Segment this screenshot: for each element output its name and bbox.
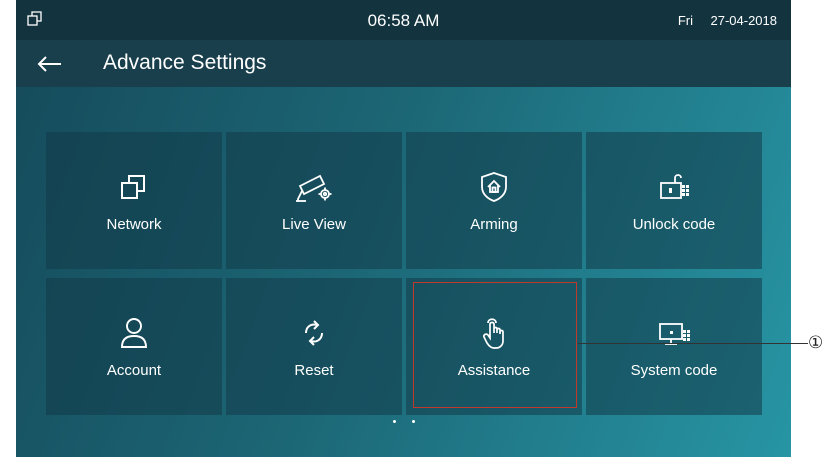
assistance-highlight-box: [413, 282, 577, 408]
tile-label: Unlock code: [632, 216, 716, 233]
page-indicator: [391, 420, 421, 426]
settings-grid: Network Live View Arming Unlock code Acc…: [46, 132, 762, 415]
title-bar: Advance Settings: [16, 40, 791, 87]
tile-system-code[interactable]: System code: [586, 278, 762, 415]
tile-label: Arming: [470, 216, 518, 233]
tile-unlock-code[interactable]: Unlock code: [586, 132, 762, 269]
tile-label: Account: [106, 362, 162, 379]
monitor-keypad-icon: [586, 316, 762, 350]
tile-network[interactable]: Network: [46, 132, 222, 269]
tile-account[interactable]: Account: [46, 278, 222, 415]
status-day: Fri: [677, 13, 693, 28]
shield-home-icon: [406, 170, 582, 204]
tile-reset[interactable]: Reset: [226, 278, 402, 415]
page-dot[interactable]: [393, 420, 396, 423]
tile-label: System code: [630, 362, 718, 379]
unlock-keypad-icon: [586, 170, 762, 204]
tile-label: Live View: [282, 216, 346, 233]
tile-label: Network: [106, 216, 162, 233]
status-time: 06:58 AM: [367, 11, 440, 30]
refresh-icon: [226, 316, 402, 350]
back-arrow-icon[interactable]: [34, 50, 64, 78]
camera-gear-icon: [226, 170, 402, 204]
device-screen: 06:58 AM Fri 27-04-2018 Advance Settings…: [16, 0, 791, 457]
callout-marker: ①: [808, 333, 824, 353]
page-title: Advance Settings: [103, 51, 267, 74]
tile-label: Reset: [294, 362, 334, 379]
status-date: 27-04-2018: [710, 13, 778, 28]
tile-live-view[interactable]: Live View: [226, 132, 402, 269]
tile-arming[interactable]: Arming: [406, 132, 582, 269]
user-icon: [46, 316, 222, 350]
status-bar: 06:58 AM Fri 27-04-2018: [16, 0, 791, 40]
network-icon: [46, 170, 222, 204]
callout-line: [578, 343, 808, 344]
page-dot[interactable]: [412, 420, 415, 423]
